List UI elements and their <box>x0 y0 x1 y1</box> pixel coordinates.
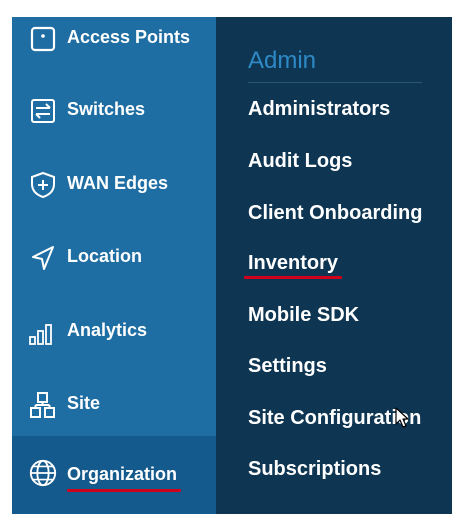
location-icon <box>28 243 58 273</box>
switch-icon <box>28 96 58 126</box>
sidebar-item-organization[interactable]: Organization <box>12 436 216 514</box>
sidebar-item-label: Location <box>67 246 142 266</box>
menu-divider <box>248 82 422 83</box>
sidebar-item-label: Site <box>67 393 101 413</box>
sidebar-item-analytics[interactable]: Analytics <box>12 310 216 354</box>
menu-item-administrators[interactable]: Administrators <box>248 98 390 121</box>
sidebar-item-switches[interactable]: Switches <box>12 89 216 133</box>
menu-item-settings[interactable]: Settings <box>248 355 327 378</box>
sidebar-item-location[interactable]: Location <box>12 236 216 280</box>
sidebar-nav: Access Points Switches WAN Edges Locatio… <box>12 17 216 514</box>
sidebar-item-site[interactable]: Site <box>12 383 216 427</box>
globe-icon <box>28 458 58 488</box>
menu-item-client-onboarding[interactable]: Client Onboarding <box>248 202 422 225</box>
sidebar-item-label: Organization <box>67 464 178 484</box>
annotation-underline <box>67 489 181 492</box>
analytics-icon <box>28 317 58 347</box>
admin-menu-title: Admin <box>248 47 317 74</box>
menu-item-audit-logs[interactable]: Audit Logs <box>248 150 352 173</box>
wan-edge-icon <box>28 170 58 200</box>
mouse-cursor-icon <box>395 407 409 428</box>
sidebar-item-access-points[interactable]: Access Points <box>12 17 216 61</box>
admin-flyout-menu: Admin Administrators Audit Logs Client O… <box>216 17 452 514</box>
sidebar-item-label: Access Points <box>67 27 191 47</box>
menu-item-subscriptions[interactable]: Subscriptions <box>248 458 381 481</box>
site-icon <box>28 390 58 420</box>
sidebar-item-label: Analytics <box>67 320 148 340</box>
annotation-underline <box>244 276 342 279</box>
sidebar-item-label: WAN Edges <box>67 173 169 193</box>
access-point-icon <box>28 24 58 54</box>
sidebar-item-wan-edges[interactable]: WAN Edges <box>12 163 216 207</box>
sidebar-item-label: Switches <box>67 99 146 119</box>
menu-item-inventory[interactable]: Inventory <box>248 252 338 275</box>
menu-item-mobile-sdk[interactable]: Mobile SDK <box>248 304 359 327</box>
